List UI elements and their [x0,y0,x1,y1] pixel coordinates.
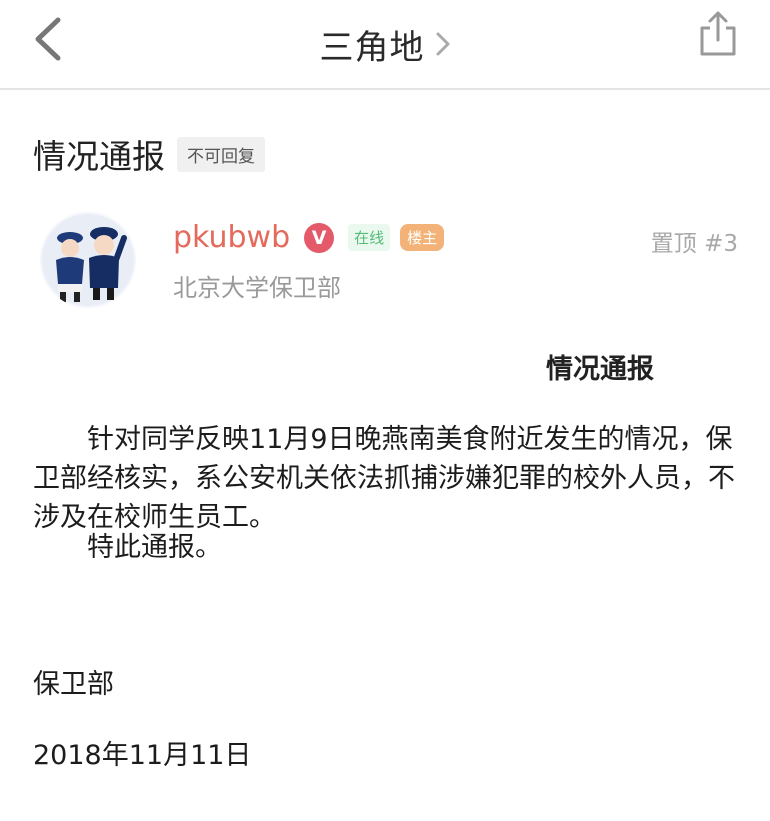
thread-title: 情况通报 [33,137,165,176]
top-nav-bar: 三角地 [0,0,770,90]
verified-badge: V [304,222,335,253]
share-icon[interactable] [696,10,740,58]
online-badge: 在线 [348,224,391,251]
notice-title: 情况通报 [546,354,654,385]
author-avatar[interactable] [40,212,136,308]
signature-date: 2018年11月11日 [33,740,252,771]
chevron-right-icon[interactable] [435,30,451,58]
notice-closing: 特此通报。 [87,532,222,563]
signature-department: 保卫部 [33,669,114,700]
nav-title-area: 三角地 [0,0,770,88]
pin-floor-label: 置顶 #3 [650,231,738,257]
op-badge: 楼主 [400,224,445,251]
no-reply-badge: 不可回复 [177,136,265,172]
page-title[interactable]: 三角地 [320,20,425,69]
author-name[interactable]: pkubwb [173,220,290,255]
author-line: pkubwb V 在线 楼主 [173,220,445,255]
thread-header: 情况通报 不可回复 [33,130,265,178]
police-avatar-icon [42,214,134,306]
author-org: 北京大学保卫部 [173,274,341,302]
notice-paragraph: 针对同学反映11月9日晚燕南美食附近发生的情况，保卫部经核实，系公安机关依法抓捕… [33,424,735,533]
